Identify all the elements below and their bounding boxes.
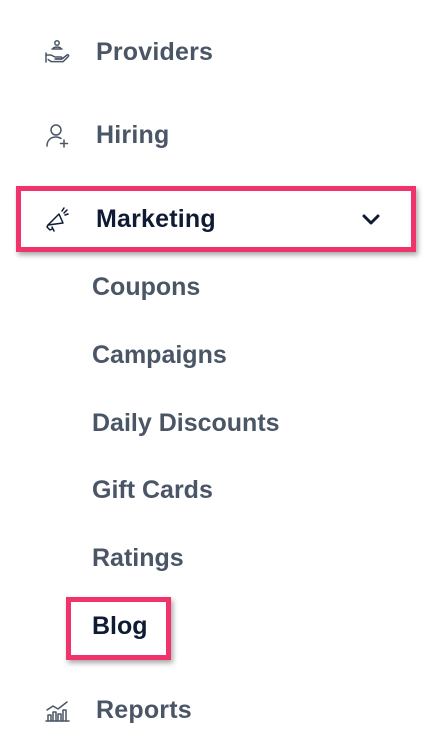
submenu-item-label: Gift Cards	[92, 475, 213, 504]
sidebar-item-label: Marketing	[96, 204, 216, 233]
submenu-item-label: Daily Discounts	[92, 408, 280, 437]
hand-coin-icon	[42, 37, 72, 67]
chevron-down-icon[interactable]	[358, 206, 384, 232]
submenu-item-label: Campaigns	[92, 340, 227, 369]
submenu-item-label: Ratings	[92, 543, 184, 572]
sidebar-item-label: Providers	[96, 37, 214, 66]
sidebar-item-label: Hiring	[96, 120, 170, 149]
submenu-item-label: Coupons	[92, 272, 201, 301]
submenu-item-label: Blog	[92, 611, 148, 640]
submenu-item-daily-discounts[interactable]: Daily Discounts	[92, 403, 280, 443]
user-plus-icon	[42, 120, 72, 150]
sidebar-item-label: Reports	[96, 695, 192, 724]
submenu-item-campaigns[interactable]: Campaigns	[92, 335, 227, 375]
megaphone-icon	[42, 204, 72, 234]
submenu-item-gift-cards[interactable]: Gift Cards	[92, 470, 213, 510]
sidebar-item-marketing[interactable]: Marketing	[0, 194, 424, 244]
submenu-item-coupons[interactable]: Coupons	[92, 267, 200, 307]
sidebar-nav: Providers Hiring Marketing Coupons Campa…	[0, 0, 424, 742]
bar-chart-icon	[42, 695, 72, 725]
submenu-item-blog[interactable]: Blog	[92, 606, 148, 646]
submenu-item-ratings[interactable]: Ratings	[92, 538, 184, 578]
